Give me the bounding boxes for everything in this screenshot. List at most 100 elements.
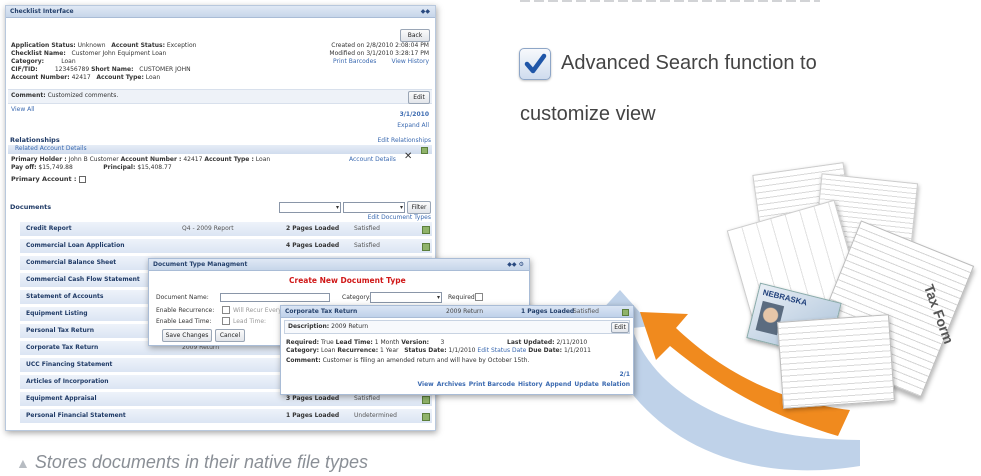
document-expand-icon[interactable] [422,396,430,404]
document-name: Credit Report [26,225,72,232]
document-filter-select-2[interactable] [343,202,405,213]
document-status: Undetermined [354,412,397,419]
document-name: UCC Financing Statement [26,361,113,368]
corp-detail-line-2: Category: Loan Recurrence: 1 Year Status… [286,347,591,354]
corp-action-link[interactable]: Archives [437,381,466,388]
document-expand-icon[interactable] [422,243,430,251]
document-pages: 1 Pages Loaded [286,412,340,419]
corp-action-link[interactable]: History [518,381,543,388]
corp-title-year: 2009 Return [446,308,484,315]
primary-account-checkbox[interactable] [78,175,86,183]
comment-date: 3/1/2010 [399,111,429,118]
corp-action-link[interactable]: View [418,381,434,388]
related-expand-icon[interactable] [421,147,428,154]
modified-date: Modified on 3/1/2010 3:28:17 PM [329,50,429,57]
document-name: Articles of Incorporation [26,378,109,385]
view-history-link[interactable]: View History [392,58,430,66]
category-select[interactable] [370,292,442,303]
related-account-title: Related Account Details [15,145,87,152]
last-updated: Last Updated: 2/11/2010 [507,339,588,346]
edit-relationships-link[interactable]: Edit Relationships [378,137,431,145]
window-controls-icon[interactable]: ◆◆ [421,6,430,17]
corp-action-link[interactable]: Print Barcode [469,381,515,388]
print-barcodes-link[interactable]: Print Barcodes [333,58,376,66]
feature-line-1: Advanced Search function to [561,52,817,74]
back-button[interactable]: Back [400,29,430,42]
document-sheet [777,314,895,409]
documents-title: Documents [10,203,52,211]
document-expand-icon[interactable] [422,413,430,421]
enable-recurrence-label: Enable Recurrence: [156,307,215,314]
info-line-4: CIF/TID: 123456789 Short Name: CUSTOMER … [11,66,191,73]
filter-button[interactable]: Filter [407,201,431,214]
payoff-line: Pay off: $15,749.88 Principal: $15,408.7… [11,164,172,171]
caption-text: Stores documents in their native file ty… [34,452,369,472]
corp-titlebar: Corporate Tax Return 2009 Return 1 Pages… [281,306,633,318]
related-account-header: Related Account Details [8,145,432,154]
description-label: Description: [288,323,330,330]
doctype-title: Document Type Managment [153,261,248,268]
document-name-label: Document Name: [156,294,209,301]
document-pages: 3 Pages Loaded [286,395,340,402]
description-box: Description: 2009 Return [284,320,630,334]
checklist-titlebar: Checklist Interface ◆◆ [6,6,435,18]
document-name: Commercial Cash Flow Statement [26,276,140,283]
primary-account-line: Primary Account : [11,175,86,183]
category-label: Category: [342,294,371,301]
document-row[interactable]: Commercial Loan Application 4 Pages Loade… [20,239,432,254]
edit-status-date-link[interactable]: Edit Status Date [477,347,526,354]
required-checkbox[interactable] [475,293,483,301]
document-row[interactable]: Credit Report Q4 - 2009 Report 2 Pages Loa… [20,222,432,237]
doctype-titlebar: Document Type Managment ◆◆ ⚙ [149,259,529,271]
required-label: Required: [448,294,477,301]
document-row[interactable]: Personal Financial Statement 1 Pages Load… [20,409,432,424]
comment-text: Customized comments. [47,92,119,99]
document-name-input[interactable] [220,293,330,302]
document-name: Personal Tax Return [26,327,94,334]
document-status: Satisfied [354,225,380,232]
feature-line-2: customize view [520,103,656,125]
description-edit-button[interactable]: Edit [611,322,629,333]
comment-label: Comment: [11,92,46,99]
created-date: Created on 2/8/2010 2:08:04 PM [331,42,429,49]
corp-title-pages: 1 Pages Loaded [521,308,575,315]
cancel-button[interactable]: Cancel [215,329,245,342]
document-name: Equipment Listing [26,310,88,317]
document-name: Commercial Balance Sheet [26,259,117,266]
document-name: Statement of Accounts [26,293,104,300]
checkbox-checked-icon [519,48,551,80]
document-expand-icon[interactable] [422,226,430,234]
save-changes-button[interactable]: Save Changes [162,329,212,342]
window-controls-icon[interactable]: ◆◆ ⚙ [507,259,524,270]
comment-bar: Comment: Customized comments. [8,89,432,104]
relationships-title: Relationships [10,136,60,144]
corp-expand-icon[interactable] [622,309,629,316]
info-line-5: Account Number: 42417 Account Type: Loan [11,74,161,81]
corp-action-link[interactable]: Update [574,381,598,388]
comment-edit-button[interactable]: Edit [408,91,430,104]
top-partial-text [520,0,900,6]
info-line-3: Category: Loan [11,58,76,65]
view-all-link[interactable]: View All [11,106,35,114]
edit-document-types-link[interactable]: Edit Document Types [368,214,431,222]
document-name: Equipment Appraisal [26,395,97,402]
document-period: Q4 - 2009 Report [182,225,234,232]
enable-lead-time-checkbox[interactable] [222,317,230,325]
expand-all-link[interactable]: Expand All [397,122,429,130]
corp-comment: Comment: Customer is filing an amended r… [286,357,530,364]
document-pile: Tax Form NEBRASKA [720,162,981,418]
corp-detail-line-1: Required: True Lead Time: 1 Month Versio… [286,339,445,346]
enable-recurrence-checkbox[interactable] [222,306,230,314]
info-line-2: Checklist Name: Customer John Equipment … [11,50,167,57]
corp-action-link[interactable]: Relation [602,381,630,388]
document-filter-select-1[interactable] [279,202,341,213]
document-name: Personal Financial Statement [26,412,126,419]
document-name: Commercial Loan Application [26,242,125,249]
corp-action-link[interactable]: Append [546,381,572,388]
create-doctype-heading: Create New Document Type [289,276,406,285]
info-line-1: Application Status: Unknown Account Stat… [11,42,197,49]
close-icon[interactable]: ✕ [404,151,412,162]
document-status: Satisfied [354,242,380,249]
account-details-link[interactable]: Account Details [349,156,396,164]
corp-title-status: Satisfied [573,308,599,315]
